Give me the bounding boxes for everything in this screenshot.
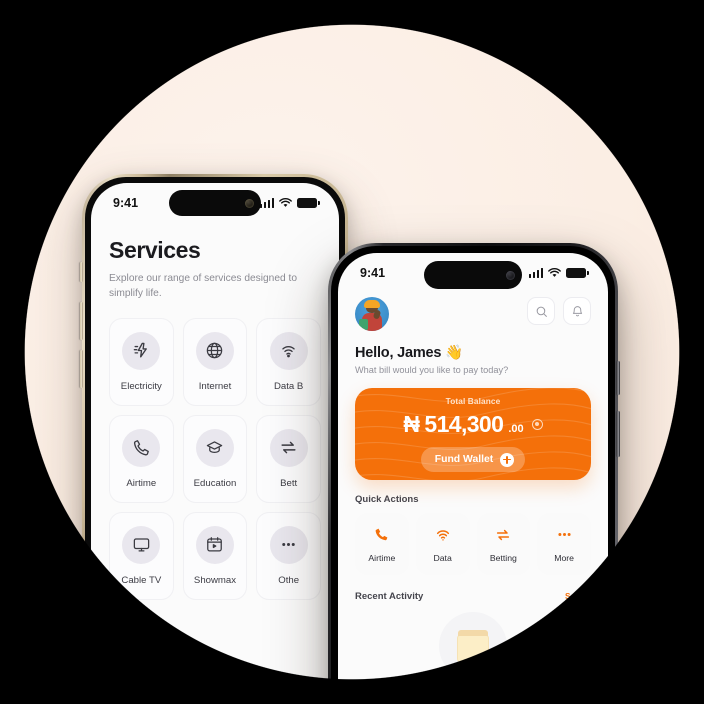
- empty-box-icon: [439, 612, 507, 680]
- service-label: Bett: [280, 477, 298, 489]
- recent-activity-header: Recent Activity See all: [355, 591, 591, 602]
- box-body: [457, 635, 489, 662]
- header-actions: [527, 297, 591, 325]
- graduation-cap-icon: [195, 428, 234, 467]
- balance-card: Total Balance ₦ 514,300 .00 Fund Wallet: [355, 388, 591, 480]
- service-label: Cable TV: [121, 574, 162, 586]
- wifi-icon: [435, 526, 451, 544]
- back-phone-screen: 9:41 Services Explore our range of servi…: [91, 183, 339, 704]
- empty-state-text: Looks like ...: [449, 689, 497, 699]
- search-button[interactable]: [527, 297, 555, 325]
- quick-action-label: Airtime: [368, 552, 396, 563]
- balance-amount-row: ₦ 514,300 .00: [403, 411, 543, 438]
- front-phone-device: 9:41 Hello, James 👋 What bill would you …: [328, 243, 620, 704]
- service-card-electricity[interactable]: Electricity: [109, 317, 174, 406]
- service-label: Education: [193, 477, 237, 489]
- service-card-showmax[interactable]: Showmax: [182, 511, 248, 600]
- quick-action-airtime[interactable]: Airtime: [355, 513, 409, 575]
- volume-down-button[interactable]: [80, 350, 83, 388]
- service-label: Showmax: [193, 574, 237, 586]
- plus-circle-icon: [500, 452, 515, 467]
- front-phone-screen: 9:41 Hello, James 👋 What bill would you …: [338, 253, 608, 704]
- quick-actions-row: Airtime Data Betting More: [355, 513, 591, 575]
- notifications-button[interactable]: [563, 297, 591, 325]
- service-card-betting[interactable]: Bett: [256, 414, 321, 503]
- electricity-bolt-icon: [122, 331, 161, 370]
- service-label: Electricity: [120, 380, 162, 392]
- currency-symbol: ₦: [403, 411, 420, 437]
- quick-action-data[interactable]: Data: [415, 513, 470, 575]
- wifi-signal-icon: [269, 331, 308, 370]
- quick-action-label: Betting: [489, 552, 517, 563]
- search-icon: [536, 306, 547, 317]
- service-label: Data B: [273, 380, 304, 392]
- home-page: Hello, James 👋 What bill would you like …: [338, 291, 608, 704]
- service-card-data-bundle[interactable]: Data B: [256, 317, 321, 406]
- service-card-cable-tv[interactable]: Cable TV: [109, 511, 174, 600]
- exchange-arrows-icon: [269, 428, 308, 467]
- globe-icon: [195, 331, 234, 370]
- front-dynamic-island: [424, 261, 522, 289]
- silence-switch[interactable]: [80, 262, 83, 282]
- status-time: 9:41: [113, 196, 139, 210]
- wifi-icon: [279, 198, 292, 207]
- play-calendar-icon: [195, 525, 234, 564]
- see-all-link[interactable]: See all: [565, 592, 591, 601]
- avatar-turban: [364, 300, 380, 308]
- quick-action-betting[interactable]: Betting: [476, 513, 531, 575]
- fund-wallet-label: Fund Wallet: [434, 454, 494, 465]
- signal-bars-icon: [528, 268, 543, 278]
- ellipsis-icon: [269, 525, 308, 564]
- wifi-icon: [548, 268, 561, 277]
- status-time: 9:41: [360, 266, 386, 280]
- page-subtitle: Explore our range of services designed t…: [109, 273, 298, 300]
- front-camera-lens-icon: [245, 198, 254, 208]
- phone-icon: [122, 428, 161, 467]
- fund-wallet-button[interactable]: Fund Wallet: [420, 447, 526, 472]
- monitor-icon: [122, 525, 161, 564]
- exchange-arrows-icon: [495, 526, 511, 544]
- bell-icon: [572, 305, 582, 316]
- avatar-bag: [359, 319, 368, 330]
- front-camera-lens-icon: [506, 270, 515, 280]
- page-title: Services: [109, 237, 201, 263]
- back-phone-device: 9:41 Services Explore our range of servi…: [80, 174, 348, 704]
- volume-up-button[interactable]: [80, 302, 83, 340]
- quick-action-label: More: [554, 552, 575, 563]
- battery-icon: [297, 198, 320, 208]
- service-card-internet[interactable]: Internet: [182, 317, 248, 406]
- side-button[interactable]: [617, 411, 620, 457]
- battery-icon: [566, 268, 589, 278]
- phone-icon: [374, 526, 389, 544]
- services-page: Services Explore our range of services d…: [91, 223, 339, 704]
- back-dynamic-island: [169, 190, 261, 216]
- home-header: [355, 297, 591, 331]
- quick-action-more[interactable]: More: [537, 513, 591, 575]
- services-grid: Electricity Internet Data B Airtime Educ…: [109, 317, 321, 600]
- greeting-subtitle: What bill would you like to pay today?: [355, 365, 509, 375]
- power-button[interactable]: [617, 361, 620, 395]
- ellipsis-icon: [556, 526, 573, 544]
- balance-label: Total Balance: [445, 396, 501, 406]
- box-lid: [458, 630, 488, 636]
- avatar[interactable]: [355, 297, 389, 331]
- balance-amount: 514,300: [424, 411, 504, 437]
- service-label: Internet: [198, 380, 232, 392]
- balance-decimals: .00: [508, 423, 524, 435]
- service-card-education[interactable]: Education: [182, 414, 248, 503]
- screenshot-stage: 9:41 Services Explore our range of servi…: [0, 0, 704, 704]
- service-label: Airtime: [126, 477, 157, 489]
- quick-actions-title: Quick Actions: [355, 494, 419, 505]
- recent-activity-title: Recent Activity: [355, 591, 424, 602]
- quick-action-label: Data: [433, 552, 452, 563]
- box-illustration: [457, 630, 489, 662]
- recent-activity-empty-state: Looks like ...: [355, 612, 591, 699]
- service-card-others[interactable]: Othe: [256, 511, 321, 600]
- service-card-airtime[interactable]: Airtime: [109, 414, 174, 503]
- signal-bars-icon: [259, 198, 274, 208]
- eye-icon[interactable]: [531, 419, 543, 430]
- greeting-text: Hello, James 👋: [355, 345, 463, 361]
- service-label: Othe: [278, 574, 300, 586]
